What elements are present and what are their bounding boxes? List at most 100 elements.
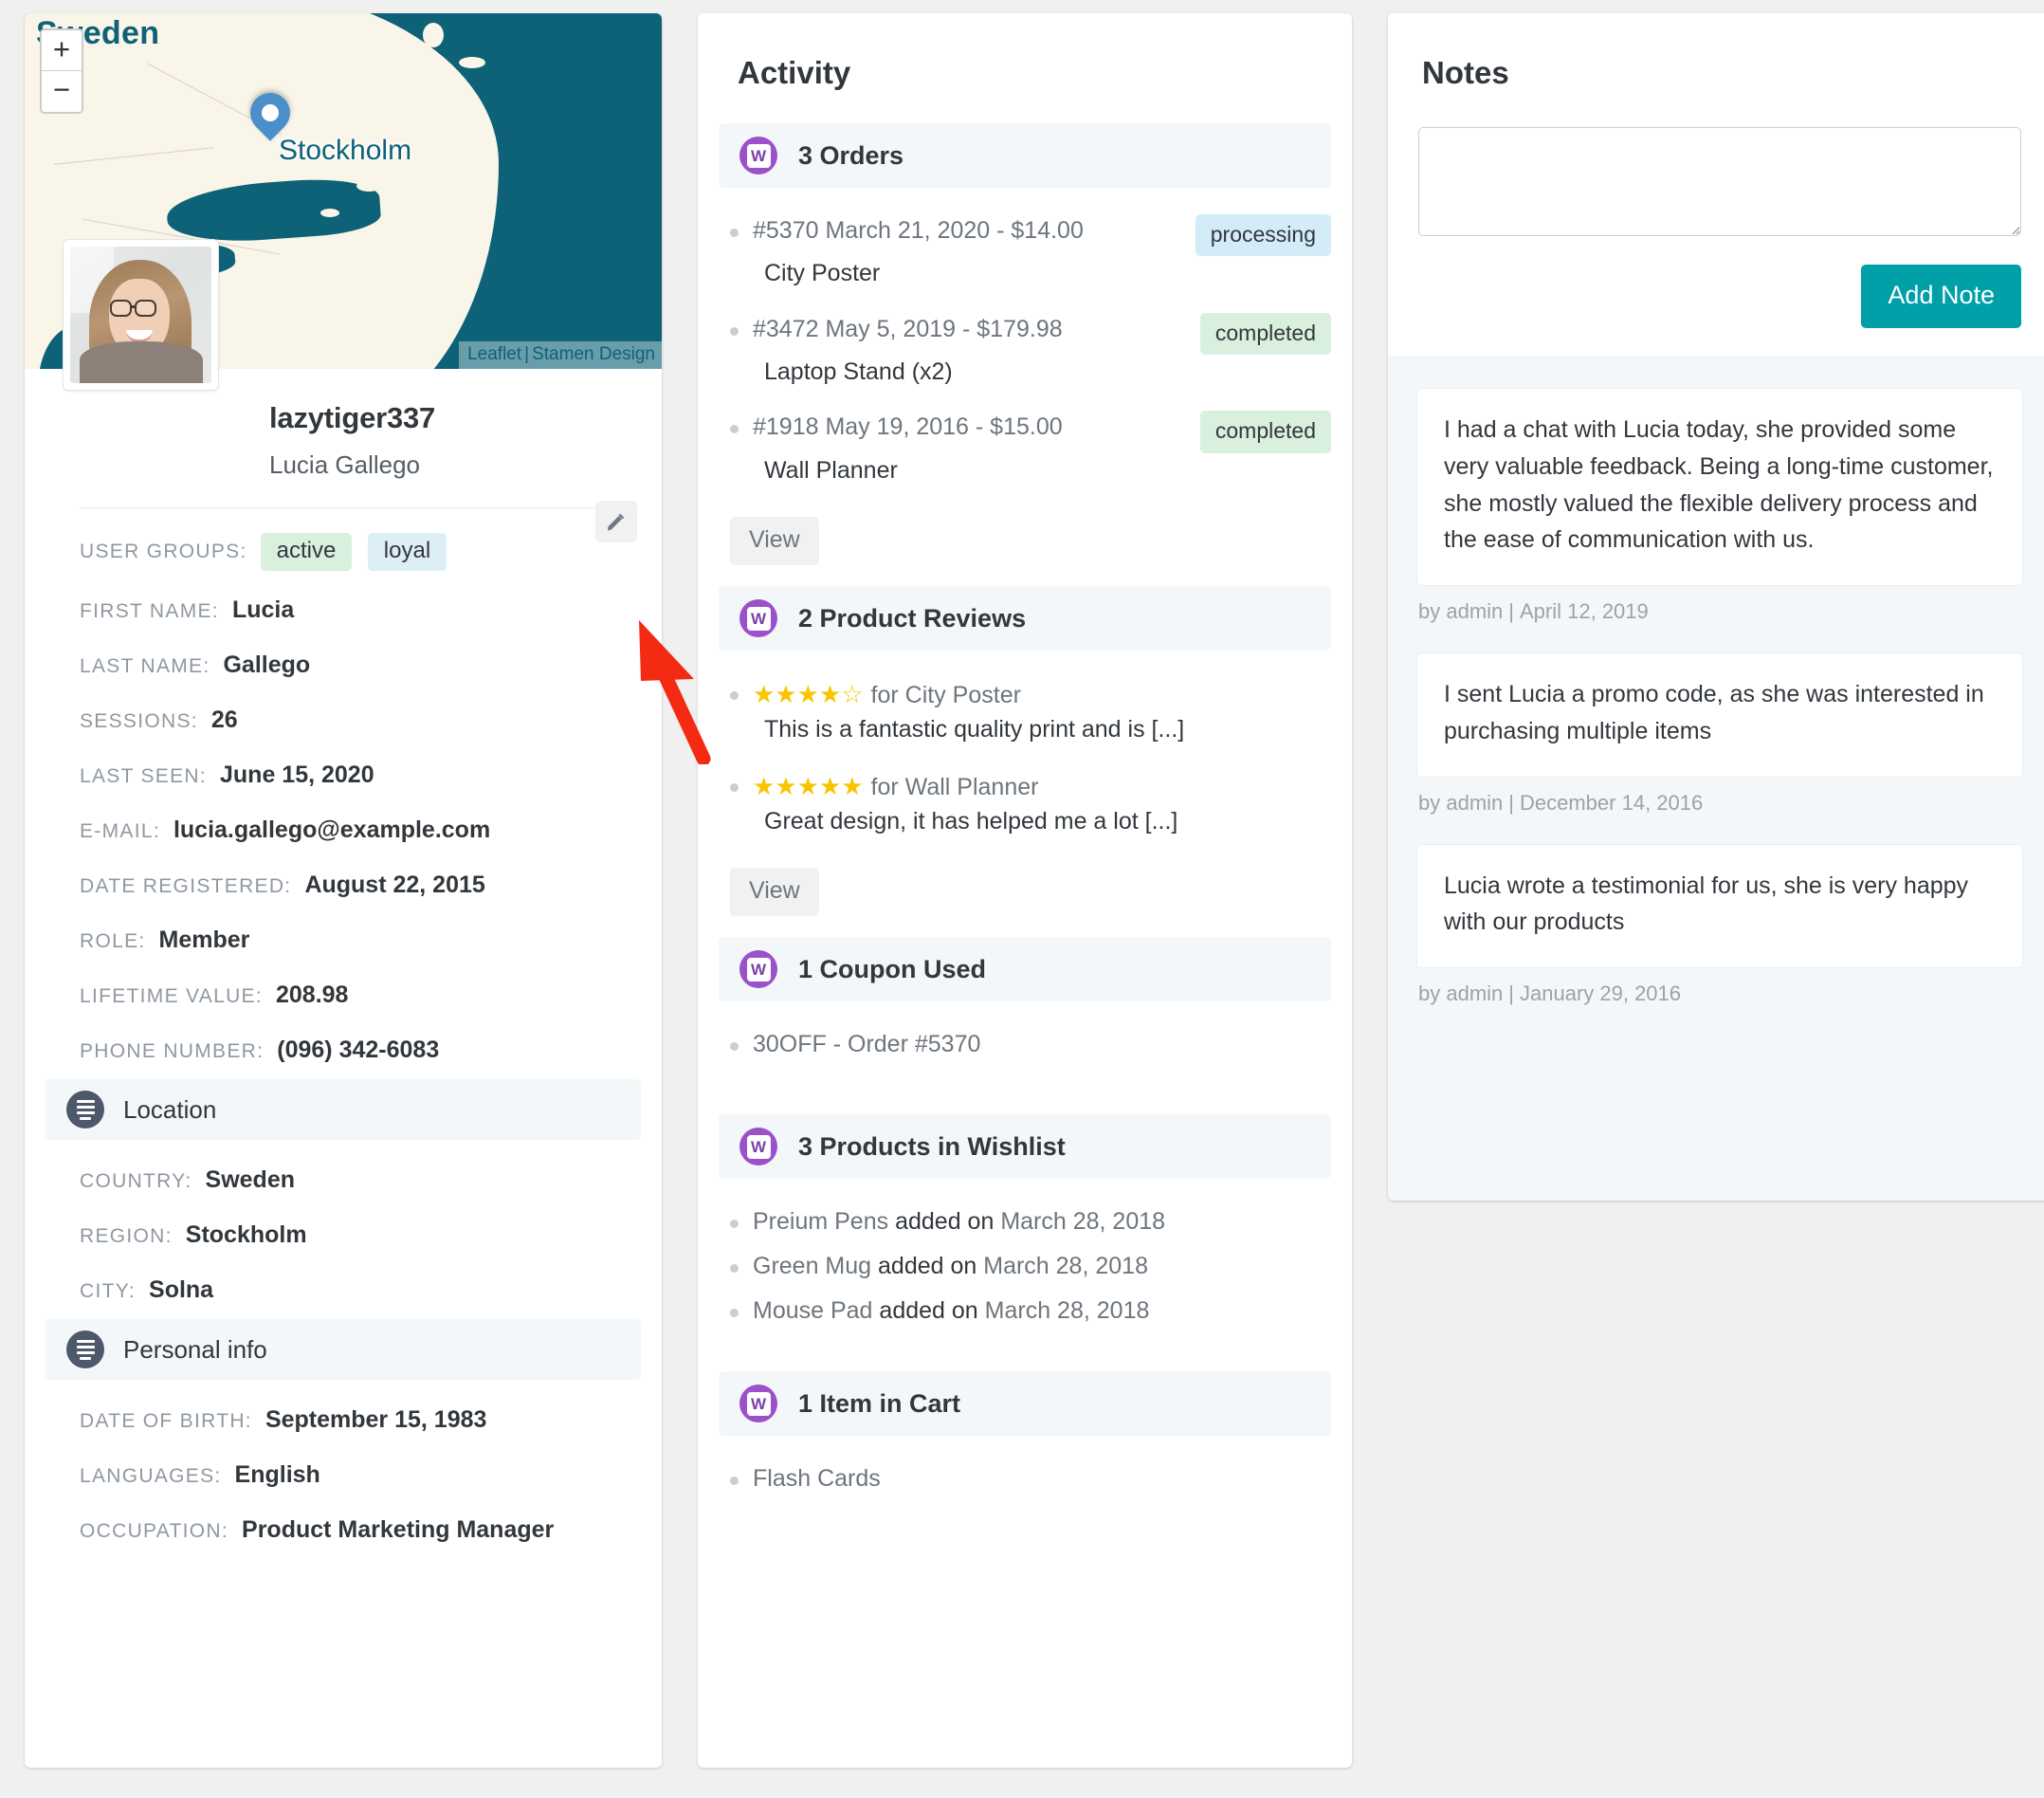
review-header: ★★★★☆ for City Poster (753, 677, 1331, 712)
field-label: LANGUAGES: (80, 1465, 222, 1487)
avatar-body (80, 341, 203, 383)
wishlist-date: March 28, 2018 (983, 1253, 1148, 1280)
user-group-tags: active loyal (260, 533, 459, 571)
list-item: 30OFF - Order #5370 (719, 1028, 1331, 1061)
coupon-summary: 30OFF - Order #5370 (753, 1028, 1331, 1061)
map-zoom-controls: + − (40, 28, 83, 114)
activity-section-coupons-header: W 1 Coupon Used (719, 937, 1331, 1002)
map-island (309, 70, 328, 80)
attribution-separator: | (524, 344, 530, 364)
review-product: for Wall Planner (870, 773, 1039, 800)
field-value: Member (158, 927, 250, 953)
field-region: REGION: Stockholm (80, 1221, 607, 1249)
order-summary: #1918 May 19, 2016 - $15.00 completed (753, 411, 1331, 453)
list-item: I sent Lucia a promo code, as she was in… (1416, 652, 2023, 816)
cart-product: Flash Cards (753, 1465, 881, 1493)
note-text: I sent Lucia a promo code, as she was in… (1416, 652, 2023, 778)
note-meta: by admin | April 12, 2019 (1416, 599, 2023, 624)
map-zoom-out-button[interactable]: − (42, 71, 82, 112)
field-label: PHONE NUMBER: (80, 1040, 265, 1062)
note-meta: by admin | December 14, 2016 (1416, 791, 2023, 816)
order-product: Wall Planner (764, 456, 898, 484)
field-email: E-MAIL: lucia.gallego@example.com (80, 816, 607, 844)
review-product: for City Poster (870, 682, 1021, 709)
woocommerce-icon: W (739, 1128, 777, 1166)
reviews-list: ★★★★☆ for City Poster This is a fantastic… (719, 660, 1331, 839)
note-author: by admin (1418, 982, 1504, 1005)
section-title: 3 Orders (798, 140, 904, 170)
field-label: SESSIONS: (80, 710, 198, 732)
activity-section-cart-header: W 1 Item in Cart (719, 1371, 1331, 1437)
page-title: lazytiger337 (269, 401, 436, 434)
avatar-glasses-left (110, 300, 132, 317)
section-title: 1 Coupon Used (798, 954, 987, 983)
wishlist-date: March 28, 2018 (984, 1297, 1150, 1325)
woocommerce-icon: W (739, 137, 777, 174)
field-label: REGION: (80, 1225, 173, 1247)
review-summary: ★★★★☆ for City Poster (753, 677, 1331, 712)
cart-list: Flash Cards (719, 1445, 1331, 1495)
attribution-stamen-link[interactable]: Stamen Design (532, 344, 655, 364)
field-value: Gallego (223, 651, 311, 678)
woocommerce-icon: W (739, 1385, 777, 1423)
field-date-registered: DATE REGISTERED: August 22, 2015 (80, 871, 607, 899)
activity-section-orders-header: W 3 Orders (719, 123, 1331, 188)
coupons-list: 30OFF - Order #5370 (719, 1011, 1331, 1061)
wishlist-entry: Preium Pens added on March 28, 2018 (753, 1205, 1331, 1238)
profile-column: Sweden Stockholm + − Leaflet | Stamen Desi… (25, 13, 711, 1785)
notes-list: I had a chat with Lucia today, she provi… (1388, 357, 2044, 1201)
pencil-icon (608, 513, 625, 531)
list-item: Green Mug added on March 28, 2018 (719, 1250, 1331, 1283)
field-value: Product Marketing Manager (242, 1516, 555, 1543)
note-text: Lucia wrote a testimonial for us, she is… (1416, 843, 2023, 968)
map-zoom-in-button[interactable]: + (42, 30, 82, 71)
wishlist-entry: Green Mug added on March 28, 2018 (753, 1250, 1331, 1283)
note-meta-separator: | (1508, 982, 1514, 1005)
list-item: Lucia wrote a testimonial for us, she is… (1416, 843, 2023, 1007)
field-sessions: SESSIONS: 26 (80, 706, 607, 734)
order-meta: #5370 March 21, 2020 - $14.00 (753, 217, 1084, 244)
list-item: #1918 May 19, 2016 - $15.00 completed Wa… (719, 411, 1331, 488)
add-note-button[interactable]: Add Note (1861, 265, 2021, 328)
avatar-glasses-right (135, 300, 156, 317)
activity-card: Activity W 3 Orders #5370 March 21, 2020… (698, 13, 1352, 1768)
list-item: #5370 March 21, 2020 - $14.00 processing… (719, 214, 1331, 292)
list-icon (66, 1091, 104, 1128)
rating-stars: ★★★★☆ (753, 680, 864, 709)
rating-stars: ★★★★★ (753, 771, 864, 800)
field-label: E-MAIL: (80, 820, 160, 842)
list-icon (66, 1330, 104, 1368)
view-orders-button[interactable]: View (730, 517, 819, 566)
field-first-name: FIRST NAME: Lucia (80, 596, 607, 624)
review-header: ★★★★★ for Wall Planner (753, 769, 1331, 804)
field-country: COUNTRY: Sweden (80, 1166, 607, 1194)
wishlist-added-label: added on (895, 1208, 995, 1236)
map-island (423, 23, 444, 47)
field-label: USER GROUPS: (80, 541, 247, 562)
map-island (459, 57, 485, 68)
activity-column: Activity W 3 Orders #5370 March 21, 2020… (698, 13, 1352, 1785)
attribution-leaflet-link[interactable]: Leaflet (467, 344, 521, 364)
field-value: English (234, 1461, 320, 1488)
cart-entry: Flash Cards (753, 1462, 1331, 1495)
note-input[interactable] (1418, 127, 2021, 236)
list-item: Flash Cards (719, 1462, 1331, 1495)
wishlist-added-label: added on (878, 1253, 977, 1280)
note-date: April 12, 2019 (1520, 599, 1649, 623)
list-item: Preium Pens added on March 28, 2018 (719, 1205, 1331, 1238)
field-role: ROLE: Member (80, 927, 607, 954)
field-label: COUNTRY: (80, 1170, 192, 1192)
field-occupation: OCCUPATION: Product Marketing Manager (80, 1516, 607, 1544)
field-last-seen: LAST SEEN: June 15, 2020 (80, 761, 607, 789)
map-island (320, 209, 339, 217)
wishlist-product: Preium Pens (753, 1208, 889, 1236)
field-label: LIFETIME VALUE: (80, 985, 263, 1007)
field-value: (096) 342-6083 (277, 1037, 440, 1063)
map-attribution: Leaflet | Stamen Design (459, 341, 662, 369)
view-reviews-button[interactable]: View (730, 868, 819, 917)
order-meta: #3472 May 5, 2019 - $179.98 (753, 315, 1063, 342)
note-meta-separator: | (1508, 790, 1514, 815)
activity-panel-title: Activity (738, 55, 851, 90)
